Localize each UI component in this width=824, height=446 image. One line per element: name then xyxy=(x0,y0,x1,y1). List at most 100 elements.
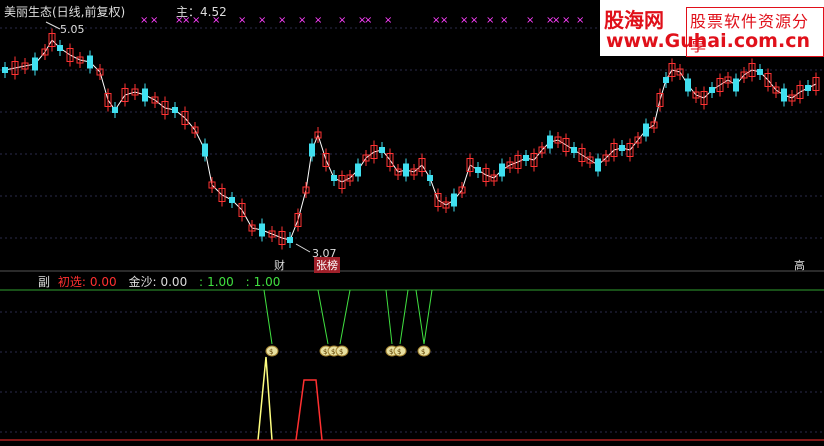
candle xyxy=(796,80,804,104)
candle xyxy=(379,142,385,158)
candle-body xyxy=(309,143,315,157)
candle-body xyxy=(427,175,433,181)
candle xyxy=(523,150,529,166)
x-marker-icon: × xyxy=(440,15,448,26)
candle xyxy=(418,153,426,177)
x-marker-icon: × xyxy=(298,15,306,26)
candle xyxy=(626,138,634,162)
candle-body xyxy=(57,45,63,51)
candle xyxy=(586,152,594,168)
signal-line xyxy=(415,289,425,345)
candle xyxy=(434,188,442,212)
x-marker-icon: × xyxy=(338,15,346,26)
candle xyxy=(442,197,450,213)
candle xyxy=(578,143,586,167)
money-bag-glyph: $ xyxy=(389,348,393,356)
candle xyxy=(394,164,402,180)
money-bag-glyph: $ xyxy=(269,348,273,356)
candle xyxy=(499,158,505,182)
x-marker-icon: × xyxy=(500,15,508,26)
legend-chuxuan: 初选: 0.00 xyxy=(57,275,117,289)
signal-line xyxy=(423,289,433,345)
candle xyxy=(229,192,235,208)
candle-body xyxy=(142,88,148,102)
candle xyxy=(692,87,700,103)
candle-body xyxy=(499,163,505,177)
x-marker-icon: × xyxy=(278,15,286,26)
candle xyxy=(571,142,577,158)
candle xyxy=(772,82,780,98)
candle-body xyxy=(757,69,763,75)
candle xyxy=(547,130,553,154)
candle xyxy=(259,218,265,242)
event-finance[interactable]: 财 xyxy=(272,257,287,273)
candle xyxy=(309,138,315,162)
money-bag-glyph: $ xyxy=(397,348,401,356)
candle xyxy=(724,72,732,88)
candle xyxy=(610,138,618,162)
money-bag-glyph: $ xyxy=(323,348,327,356)
event-high[interactable]: 高 xyxy=(792,257,807,273)
main-chart-panel[interactable]: × × × × × × × × × × × × × × × × × × × × × × × × × × 美丽生态(日线,前复权) … xyxy=(0,0,824,273)
candle-body xyxy=(287,237,293,243)
event-list[interactable]: 张榜 xyxy=(314,257,340,273)
candle xyxy=(562,133,570,157)
candle-body xyxy=(663,77,669,83)
candle xyxy=(112,102,118,118)
candle xyxy=(346,170,354,186)
candle xyxy=(475,162,481,178)
candle xyxy=(709,82,715,98)
candle-body xyxy=(379,147,385,153)
x-marker-icon: × xyxy=(562,15,570,26)
candle xyxy=(781,83,787,107)
candle-body xyxy=(523,155,529,161)
candle-body xyxy=(403,163,409,177)
candle-body xyxy=(571,147,577,153)
legend-jinsha: 金沙: 0.00 xyxy=(128,275,188,289)
x-marker-icon: × xyxy=(140,15,148,26)
sub-indicator-panel[interactable]: $ $ $ $ $ $ $ 副 初选: 0.00 金沙: 0.00 :1.00 :1.00 xyxy=(0,272,824,446)
candle xyxy=(87,50,93,74)
candle xyxy=(41,44,49,60)
candle-body xyxy=(643,123,649,137)
candle xyxy=(151,92,159,108)
candle-body xyxy=(475,167,481,173)
chuxuan-spike xyxy=(295,379,323,441)
signal-line xyxy=(317,289,329,345)
candle xyxy=(2,62,8,78)
candle xyxy=(121,83,129,107)
candle-body xyxy=(619,145,625,151)
candle-body xyxy=(331,175,337,181)
candle-body xyxy=(32,57,38,71)
signal-line xyxy=(399,289,409,345)
candle xyxy=(554,132,562,148)
candle xyxy=(131,84,139,100)
candle xyxy=(733,73,739,97)
jinsha-spike xyxy=(257,356,273,441)
indicator-chart[interactable]: $ $ $ $ $ $ $ xyxy=(0,272,824,446)
money-bag-icon: $ xyxy=(265,345,279,357)
price-readout: 主：4.52 xyxy=(176,5,227,19)
candle-body xyxy=(595,158,601,172)
candle xyxy=(685,73,691,97)
candle-body xyxy=(709,87,715,93)
candle xyxy=(302,182,310,198)
signal-line xyxy=(385,289,393,345)
candle xyxy=(181,106,189,130)
sub-panel-name: 副 xyxy=(38,275,51,289)
candle xyxy=(451,188,457,212)
candle xyxy=(48,28,56,52)
legend-line-2: :1.00 xyxy=(245,275,281,289)
candle xyxy=(530,148,538,172)
candle-body xyxy=(685,78,691,92)
x-marker-icon: × xyxy=(526,15,534,26)
candle-body xyxy=(451,193,457,207)
candle xyxy=(643,118,649,142)
candle xyxy=(716,73,724,97)
money-bag-glyph: $ xyxy=(421,348,425,356)
stock-title: 美丽生态(日线,前复权) xyxy=(4,5,126,19)
x-marker-icon: × xyxy=(552,15,560,26)
low-pointer xyxy=(295,243,311,253)
candle-body xyxy=(781,88,787,102)
candle-body xyxy=(805,85,811,91)
